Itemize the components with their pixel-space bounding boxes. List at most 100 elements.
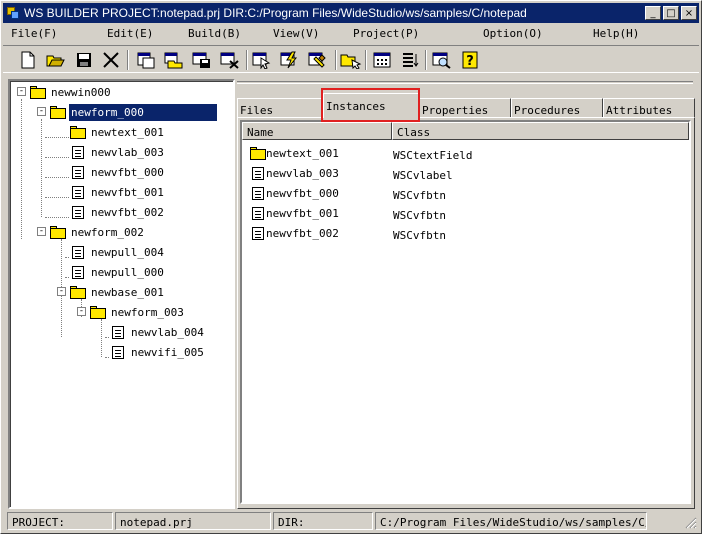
document-icon bbox=[252, 207, 264, 220]
tree-node[interactable]: newvlab_003 bbox=[70, 143, 166, 161]
tab-files[interactable]: Files bbox=[237, 98, 323, 118]
tree-collapse-toggle[interactable]: - bbox=[37, 107, 46, 116]
list-row-class: WSCtextField bbox=[393, 149, 473, 162]
list-row[interactable]: newtext_001 WSCtextField bbox=[242, 144, 689, 164]
tree-node[interactable]: newpull_004 bbox=[70, 243, 166, 261]
cut-icon[interactable] bbox=[100, 49, 122, 71]
menu-build[interactable]: Build(B) bbox=[188, 27, 241, 40]
menu-project[interactable]: Project(P) bbox=[353, 27, 419, 40]
menu-help[interactable]: Help(H) bbox=[593, 27, 639, 40]
document-icon bbox=[252, 167, 264, 180]
tab-strip: Files Instances Properties Procedures At… bbox=[237, 93, 695, 118]
toolbar-separator bbox=[425, 50, 427, 70]
tab-properties[interactable]: Properties bbox=[419, 98, 511, 118]
tree-node[interactable]: newvfbt_000 bbox=[70, 163, 166, 181]
document-icon bbox=[72, 205, 84, 219]
list-row-name: newvfbt_002 bbox=[250, 227, 339, 240]
title-bar[interactable]: WS BUILDER PROJECT:notepad.prj DIR:C:/Pr… bbox=[3, 3, 699, 23]
tree-collapse-toggle[interactable]: - bbox=[37, 227, 46, 236]
menu-view[interactable]: View(V) bbox=[273, 27, 319, 40]
resize-grip-icon[interactable] bbox=[683, 515, 697, 529]
tab-procedures[interactable]: Procedures bbox=[511, 98, 603, 118]
preview-icon[interactable] bbox=[431, 49, 453, 71]
list-row-name: newvfbt_000 bbox=[250, 187, 339, 200]
tree-node[interactable]: newbase_001 bbox=[70, 283, 166, 301]
folder-icon bbox=[70, 285, 86, 299]
select-icon[interactable] bbox=[251, 49, 273, 71]
build-icon[interactable] bbox=[307, 49, 329, 71]
tree-collapse-toggle[interactable]: - bbox=[17, 87, 26, 96]
document-icon bbox=[72, 145, 84, 159]
help-icon[interactable]: ? bbox=[459, 49, 481, 71]
status-project-label: PROJECT: bbox=[7, 512, 113, 530]
tree-node[interactable]: newtext_001 bbox=[70, 123, 166, 141]
row-name-text: newvfbt_001 bbox=[266, 207, 339, 220]
tree-node-label: newform_002 bbox=[71, 225, 144, 239]
tree-node-label: newform_003 bbox=[111, 305, 184, 319]
tree-connector bbox=[45, 197, 69, 198]
close-window-icon[interactable] bbox=[219, 49, 241, 71]
tree-node[interactable]: newvfbt_002 bbox=[70, 203, 166, 221]
row-name-text: newvfbt_002 bbox=[266, 227, 339, 240]
new-file-icon[interactable] bbox=[17, 49, 39, 71]
panel-divider bbox=[237, 81, 693, 84]
tree-node[interactable]: newwin000 bbox=[30, 83, 113, 101]
list-row-class: WSCvfbtn bbox=[393, 189, 446, 202]
toolbar-separator bbox=[335, 50, 337, 70]
tab-attributes[interactable]: Attributes bbox=[603, 98, 695, 118]
tree-node-label: newpull_000 bbox=[91, 265, 164, 279]
tree-connector bbox=[45, 137, 69, 138]
tree-connector bbox=[105, 357, 109, 358]
toolbar-separator bbox=[365, 50, 367, 70]
tree-connector bbox=[65, 257, 69, 258]
maximize-button[interactable]: □ bbox=[663, 6, 679, 20]
tree-collapse-toggle[interactable]: - bbox=[57, 287, 66, 296]
open-instance-icon[interactable] bbox=[340, 49, 362, 71]
row-name-text: newtext_001 bbox=[266, 147, 339, 160]
toolbar-separator bbox=[246, 50, 248, 70]
tab-instances[interactable]: Instances bbox=[323, 93, 419, 118]
tree-node[interactable]: newform_003 bbox=[90, 303, 186, 321]
menu-bar: File(F) Edit(E) Build(B) View(V) Project… bbox=[3, 25, 699, 43]
tree-node-label: newform_000 bbox=[69, 103, 217, 121]
document-icon bbox=[72, 245, 84, 259]
folder-icon bbox=[50, 225, 66, 239]
tree-node-label: newwin000 bbox=[51, 85, 111, 99]
save-disk-icon[interactable] bbox=[73, 49, 95, 71]
list-row[interactable]: newvfbt_001 WSCvfbtn bbox=[242, 204, 689, 224]
document-icon bbox=[72, 185, 84, 199]
column-header-class[interactable]: Class bbox=[392, 122, 689, 140]
open-folder-icon[interactable] bbox=[45, 49, 67, 71]
list-icon[interactable] bbox=[399, 49, 421, 71]
menu-file[interactable]: File(F) bbox=[11, 27, 57, 40]
save-window-icon[interactable] bbox=[191, 49, 213, 71]
tree-node-label: newvfbt_002 bbox=[91, 205, 164, 219]
menu-edit[interactable]: Edit(E) bbox=[107, 27, 153, 40]
grid-icon[interactable] bbox=[371, 49, 393, 71]
list-row[interactable]: newvfbt_002 WSCvfbtn bbox=[242, 224, 689, 244]
close-button[interactable]: × bbox=[681, 6, 697, 20]
tree-node-label: newvifi_005 bbox=[131, 345, 204, 359]
open-window-icon[interactable] bbox=[163, 49, 185, 71]
tree-node-selected[interactable]: newform_000 bbox=[50, 103, 217, 121]
run-icon[interactable] bbox=[279, 49, 301, 71]
menu-option[interactable]: Option(O) bbox=[483, 27, 543, 40]
instance-list[interactable]: Name Class newtext_001 WSCtextField newv… bbox=[240, 120, 691, 504]
tree-node[interactable]: newvlab_004 bbox=[110, 323, 206, 341]
folder-icon bbox=[90, 305, 106, 319]
minimize-button[interactable]: _ bbox=[645, 6, 661, 20]
folder-icon bbox=[250, 147, 266, 160]
project-tree[interactable]: - - - - - newwin000 newform_000 newtext_… bbox=[8, 79, 235, 509]
status-dir-value: C:/Program Files/WideStudio/ws/samples/C… bbox=[375, 512, 647, 530]
tree-collapse-toggle[interactable]: - bbox=[77, 307, 86, 316]
column-header-name[interactable]: Name bbox=[242, 122, 392, 140]
list-row-class: WSCvlabel bbox=[393, 169, 453, 182]
toolbar-separator bbox=[127, 50, 129, 70]
list-row[interactable]: newvfbt_000 WSCvfbtn bbox=[242, 184, 689, 204]
tree-node[interactable]: newvifi_005 bbox=[110, 343, 206, 361]
tree-node[interactable]: newform_002 bbox=[50, 223, 146, 241]
list-row[interactable]: newvlab_003 WSCvlabel bbox=[242, 164, 689, 184]
tree-node[interactable]: newvfbt_001 bbox=[70, 183, 166, 201]
tree-node[interactable]: newpull_000 bbox=[70, 263, 166, 281]
new-window-icon[interactable] bbox=[135, 49, 157, 71]
